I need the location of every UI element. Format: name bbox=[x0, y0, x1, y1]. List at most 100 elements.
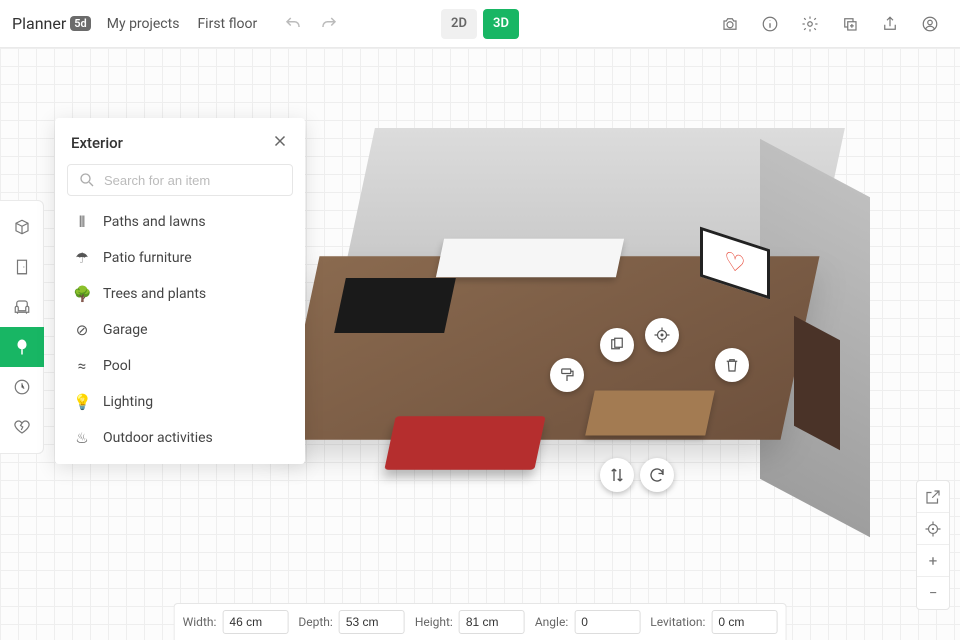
rail-furniture[interactable] bbox=[0, 287, 44, 327]
gear-icon bbox=[801, 15, 819, 33]
redo-icon bbox=[320, 15, 338, 33]
angle-input[interactable] bbox=[574, 610, 640, 634]
rotate-icon bbox=[648, 466, 666, 484]
profile-button[interactable] bbox=[912, 6, 948, 42]
depth-field: Depth: bbox=[298, 610, 404, 634]
paths-icon: ⦀ bbox=[73, 213, 91, 231]
open-external-button[interactable] bbox=[917, 481, 949, 513]
levitation-input[interactable] bbox=[711, 610, 777, 634]
info-icon bbox=[761, 15, 779, 33]
bulb-icon: 💡 bbox=[73, 393, 91, 411]
context-swap-button[interactable] bbox=[600, 458, 634, 492]
top-actions bbox=[712, 6, 948, 42]
paint-roller-icon bbox=[558, 366, 576, 384]
category-label: Patio furniture bbox=[103, 250, 192, 266]
width-input[interactable] bbox=[222, 610, 288, 634]
category-paths-and-lawns[interactable]: ⦀ Paths and lawns bbox=[55, 204, 305, 240]
duplicate-button[interactable] bbox=[832, 6, 868, 42]
catalog-search[interactable] bbox=[67, 164, 293, 196]
angle-label: Angle: bbox=[535, 615, 568, 629]
tv[interactable] bbox=[334, 278, 456, 333]
floor-selector[interactable]: First floor bbox=[197, 16, 257, 32]
sofa[interactable] bbox=[384, 416, 545, 470]
category-label: Lighting bbox=[103, 394, 153, 410]
rail-construction[interactable] bbox=[0, 207, 44, 247]
camera-icon bbox=[721, 15, 739, 33]
share-button[interactable] bbox=[872, 6, 908, 42]
top-bar: Planner 5d My projects First floor 2D 3D bbox=[0, 0, 960, 48]
category-label: Trees and plants bbox=[103, 286, 206, 302]
category-pool[interactable]: ≈ Pool bbox=[55, 348, 305, 384]
minus-icon: − bbox=[929, 584, 938, 602]
grill-icon: ♨ bbox=[73, 429, 91, 447]
search-input[interactable] bbox=[104, 173, 282, 188]
depth-label: Depth: bbox=[298, 615, 332, 629]
depth-input[interactable] bbox=[339, 610, 405, 634]
redo-button[interactable] bbox=[313, 8, 345, 40]
rail-exterior[interactable] bbox=[0, 327, 44, 367]
width-field: Width: bbox=[183, 610, 289, 634]
logo[interactable]: Planner 5d bbox=[12, 14, 91, 33]
swap-vertical-icon bbox=[608, 466, 626, 484]
heart-icon: ♡ bbox=[724, 246, 746, 281]
view-2d-button[interactable]: 2D bbox=[441, 9, 477, 39]
panel-header: Exterior bbox=[55, 118, 305, 164]
snapshot-button[interactable] bbox=[712, 6, 748, 42]
search-icon bbox=[78, 171, 96, 189]
catalog-panel: Exterior ⦀ Paths and lawns ☂ Patio furni… bbox=[55, 118, 305, 464]
category-lighting[interactable]: 💡 Lighting bbox=[55, 384, 305, 420]
category-label: Pool bbox=[103, 358, 131, 374]
undo-icon bbox=[284, 15, 302, 33]
category-label: Garage bbox=[103, 322, 148, 338]
rail-history[interactable] bbox=[0, 367, 44, 407]
height-input[interactable] bbox=[459, 610, 525, 634]
rail-favorites[interactable] bbox=[0, 407, 44, 447]
locate-button[interactable] bbox=[917, 513, 949, 545]
armchair-icon bbox=[13, 298, 31, 316]
settings-button[interactable] bbox=[792, 6, 828, 42]
kitchen-counter[interactable] bbox=[436, 239, 624, 278]
target-icon bbox=[653, 326, 671, 344]
levitation-field: Levitation: bbox=[650, 610, 777, 634]
width-label: Width: bbox=[183, 615, 217, 629]
category-patio-furniture[interactable]: ☂ Patio furniture bbox=[55, 240, 305, 276]
share-icon bbox=[881, 15, 899, 33]
copy-icon bbox=[608, 336, 626, 354]
category-trees-plants[interactable]: 🌳 Trees and plants bbox=[55, 276, 305, 312]
category-label: Outdoor activities bbox=[103, 430, 213, 446]
context-delete-button[interactable] bbox=[715, 348, 749, 382]
view-controls: + − bbox=[916, 480, 950, 610]
my-projects-link[interactable]: My projects bbox=[107, 16, 180, 32]
levitation-label: Levitation: bbox=[650, 615, 705, 629]
height-label: Height: bbox=[415, 615, 453, 629]
panel-title: Exterior bbox=[71, 134, 123, 152]
pool-icon: ≈ bbox=[73, 357, 91, 375]
view-3d-button[interactable]: 3D bbox=[483, 9, 519, 39]
heart-broken-icon bbox=[13, 418, 31, 436]
category-garage[interactable]: ⊘ Garage bbox=[55, 312, 305, 348]
context-target-button[interactable] bbox=[645, 318, 679, 352]
profile-icon bbox=[921, 15, 939, 33]
rail-doors[interactable] bbox=[0, 247, 44, 287]
context-paint-button[interactable] bbox=[550, 358, 584, 392]
external-icon bbox=[924, 488, 942, 506]
room-model: ♡ bbox=[230, 108, 860, 568]
dining-table[interactable] bbox=[585, 391, 715, 436]
category-outdoor-activities[interactable]: ♨ Outdoor activities bbox=[55, 420, 305, 456]
context-rotate-button[interactable] bbox=[640, 458, 674, 492]
tree-icon: 🌳 bbox=[73, 285, 91, 303]
info-button[interactable] bbox=[752, 6, 788, 42]
context-copy-button[interactable] bbox=[600, 328, 634, 362]
trash-icon bbox=[723, 356, 741, 374]
brand-name: Planner bbox=[12, 14, 66, 33]
dimension-bar: Width: Depth: Height: Angle: Levitation: bbox=[174, 603, 787, 640]
brand-badge: 5d bbox=[70, 16, 90, 31]
crosshair-icon bbox=[924, 520, 942, 538]
clock-icon bbox=[13, 378, 31, 396]
cube-icon bbox=[13, 218, 31, 236]
zoom-in-button[interactable]: + bbox=[917, 545, 949, 577]
tree-icon bbox=[13, 338, 31, 356]
zoom-out-button[interactable]: − bbox=[917, 577, 949, 609]
undo-button[interactable] bbox=[277, 8, 309, 40]
panel-close-button[interactable] bbox=[271, 132, 289, 154]
